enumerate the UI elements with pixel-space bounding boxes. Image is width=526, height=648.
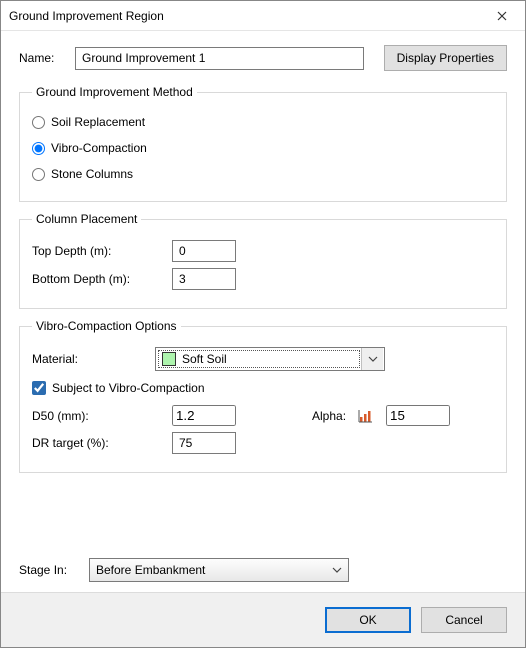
cancel-button[interactable]: Cancel bbox=[421, 607, 507, 633]
display-properties-button[interactable]: Display Properties bbox=[384, 45, 507, 71]
placement-group: Column Placement Top Depth (m): Bottom D… bbox=[19, 212, 507, 309]
bottom-depth-label: Bottom Depth (m): bbox=[32, 272, 164, 286]
dialog-window: Ground Improvement Region Name: Display … bbox=[0, 0, 526, 648]
name-input[interactable] bbox=[75, 47, 364, 70]
alpha-label: Alpha: bbox=[312, 409, 346, 423]
alpha-chart-icon[interactable] bbox=[358, 408, 374, 424]
dr-input[interactable] bbox=[172, 432, 236, 454]
name-label: Name: bbox=[19, 51, 67, 65]
d50-label: D50 (mm): bbox=[32, 409, 164, 423]
radio-stone-columns-label: Stone Columns bbox=[51, 167, 133, 181]
d50-alpha-row: D50 (mm): Alpha: bbox=[32, 405, 494, 426]
titlebar: Ground Improvement Region bbox=[1, 1, 525, 31]
method-group: Ground Improvement Method Soil Replaceme… bbox=[19, 85, 507, 202]
radio-stone-columns-row[interactable]: Stone Columns bbox=[32, 163, 494, 185]
radio-vibro-compaction-label: Vibro-Compaction bbox=[51, 141, 147, 155]
alpha-input[interactable] bbox=[386, 405, 450, 426]
name-row: Name: Display Properties bbox=[19, 45, 507, 71]
stage-dropdown-button[interactable] bbox=[328, 561, 346, 579]
chevron-down-icon bbox=[332, 567, 342, 573]
method-legend: Ground Improvement Method bbox=[32, 85, 197, 99]
dr-label: DR target (%): bbox=[32, 436, 164, 450]
subject-label: Subject to Vibro-Compaction bbox=[52, 381, 205, 395]
top-depth-input[interactable] bbox=[172, 240, 236, 262]
radio-soil-replacement-label: Soil Replacement bbox=[51, 115, 145, 129]
radio-vibro-compaction[interactable] bbox=[32, 142, 45, 155]
radio-vibro-compaction-row[interactable]: Vibro-Compaction bbox=[32, 137, 494, 159]
radio-soil-replacement[interactable] bbox=[32, 116, 45, 129]
dr-row: DR target (%): bbox=[32, 432, 494, 454]
material-dropdown-button[interactable] bbox=[361, 348, 383, 370]
radio-soil-replacement-row[interactable]: Soil Replacement bbox=[32, 111, 494, 133]
stage-label: Stage In: bbox=[19, 563, 79, 577]
close-icon bbox=[497, 11, 507, 21]
d50-input[interactable] bbox=[172, 405, 236, 426]
stage-value: Before Embankment bbox=[96, 563, 205, 577]
bottom-depth-row: Bottom Depth (m): bbox=[32, 268, 494, 290]
subject-row[interactable]: Subject to Vibro-Compaction bbox=[32, 377, 494, 399]
top-depth-label: Top Depth (m): bbox=[32, 244, 164, 258]
dialog-body: Name: Display Properties Ground Improvem… bbox=[1, 31, 525, 592]
stage-select[interactable]: Before Embankment bbox=[89, 558, 349, 582]
dialog-footer: OK Cancel bbox=[1, 592, 525, 647]
material-label: Material: bbox=[32, 352, 147, 366]
chevron-down-icon bbox=[368, 356, 378, 362]
placement-legend: Column Placement bbox=[32, 212, 141, 226]
bottom-depth-input[interactable] bbox=[172, 268, 236, 290]
close-button[interactable] bbox=[479, 1, 525, 31]
material-row: Material: Soft Soil bbox=[32, 347, 494, 371]
window-title: Ground Improvement Region bbox=[9, 9, 479, 23]
material-swatch-icon bbox=[162, 352, 176, 366]
material-select[interactable]: Soft Soil bbox=[155, 347, 385, 371]
vibro-group: Vibro-Compaction Options Material: Soft … bbox=[19, 319, 507, 473]
subject-checkbox[interactable] bbox=[32, 381, 46, 395]
ok-button[interactable]: OK bbox=[325, 607, 411, 633]
top-depth-row: Top Depth (m): bbox=[32, 240, 494, 262]
stage-row: Stage In: Before Embankment bbox=[19, 536, 507, 582]
material-value: Soft Soil bbox=[182, 352, 360, 366]
radio-stone-columns[interactable] bbox=[32, 168, 45, 181]
vibro-legend: Vibro-Compaction Options bbox=[32, 319, 181, 333]
